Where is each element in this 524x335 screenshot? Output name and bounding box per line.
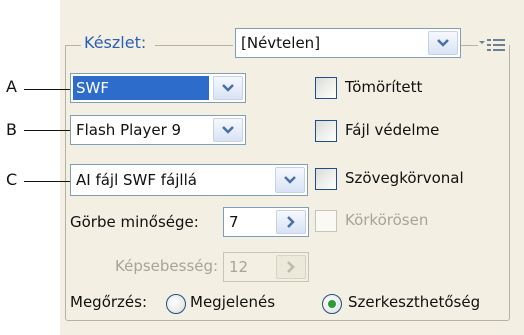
chevron-down-icon[interactable] [275, 167, 305, 193]
outline-text-label: Szövegkörvonal [345, 169, 464, 187]
chevron-down-icon[interactable] [213, 118, 243, 142]
loop-label: Körkörösen [345, 211, 429, 229]
chevron-down-icon[interactable] [428, 31, 458, 55]
frame-rate-value: 12 [229, 258, 249, 276]
preset-select-value: [Névtelen] [241, 34, 321, 52]
conversion-select[interactable]: AI fájl SWF fájllá [70, 164, 308, 196]
curve-quality-stepper[interactable]: 7 [223, 207, 309, 237]
panel-menu-icon[interactable] [478, 36, 508, 54]
chevron-down-icon[interactable] [213, 76, 243, 100]
loop-checkbox [315, 210, 337, 232]
compressed-checkbox[interactable] [315, 77, 337, 99]
callout-b: B [6, 120, 17, 139]
editability-label: Szerkeszthetőség [348, 293, 481, 311]
callout-c-leader [24, 181, 70, 182]
flash-player-select[interactable]: Flash Player 9 [70, 115, 246, 145]
format-select-value: SWF [73, 76, 209, 100]
chevron-right-icon [276, 255, 306, 279]
curve-quality-value[interactable]: 7 [224, 208, 274, 236]
compressed-label: Tömörített [345, 78, 423, 96]
callout-c: C [6, 170, 18, 189]
editability-radio[interactable] [322, 294, 342, 314]
conversion-select-value: AI fájl SWF fájllá [76, 171, 197, 189]
frame-rate-label: Képsebesség: [115, 257, 219, 275]
outline-text-checkbox[interactable] [315, 168, 337, 190]
appearance-radio[interactable] [166, 294, 186, 314]
preset-select[interactable]: [Névtelen] [235, 28, 461, 58]
frame-rate-stepper: 12 [223, 252, 309, 282]
radio-selected-dot [328, 300, 336, 308]
preset-label: Készlet: [82, 33, 149, 52]
chevron-right-icon[interactable] [276, 210, 306, 234]
protect-file-checkbox[interactable] [315, 120, 337, 142]
callout-a: A [6, 77, 17, 96]
protect-file-label: Fájl védelme [345, 121, 440, 139]
appearance-label: Megjelenés [190, 293, 276, 311]
callout-b-leader [24, 130, 70, 131]
callout-a-leader [24, 89, 70, 90]
preserve-label: Megőrzés: [70, 293, 148, 311]
flash-player-select-value: Flash Player 9 [76, 121, 182, 139]
format-select[interactable]: SWF [70, 73, 246, 103]
curve-quality-label: Görbe minősége: [70, 213, 199, 231]
